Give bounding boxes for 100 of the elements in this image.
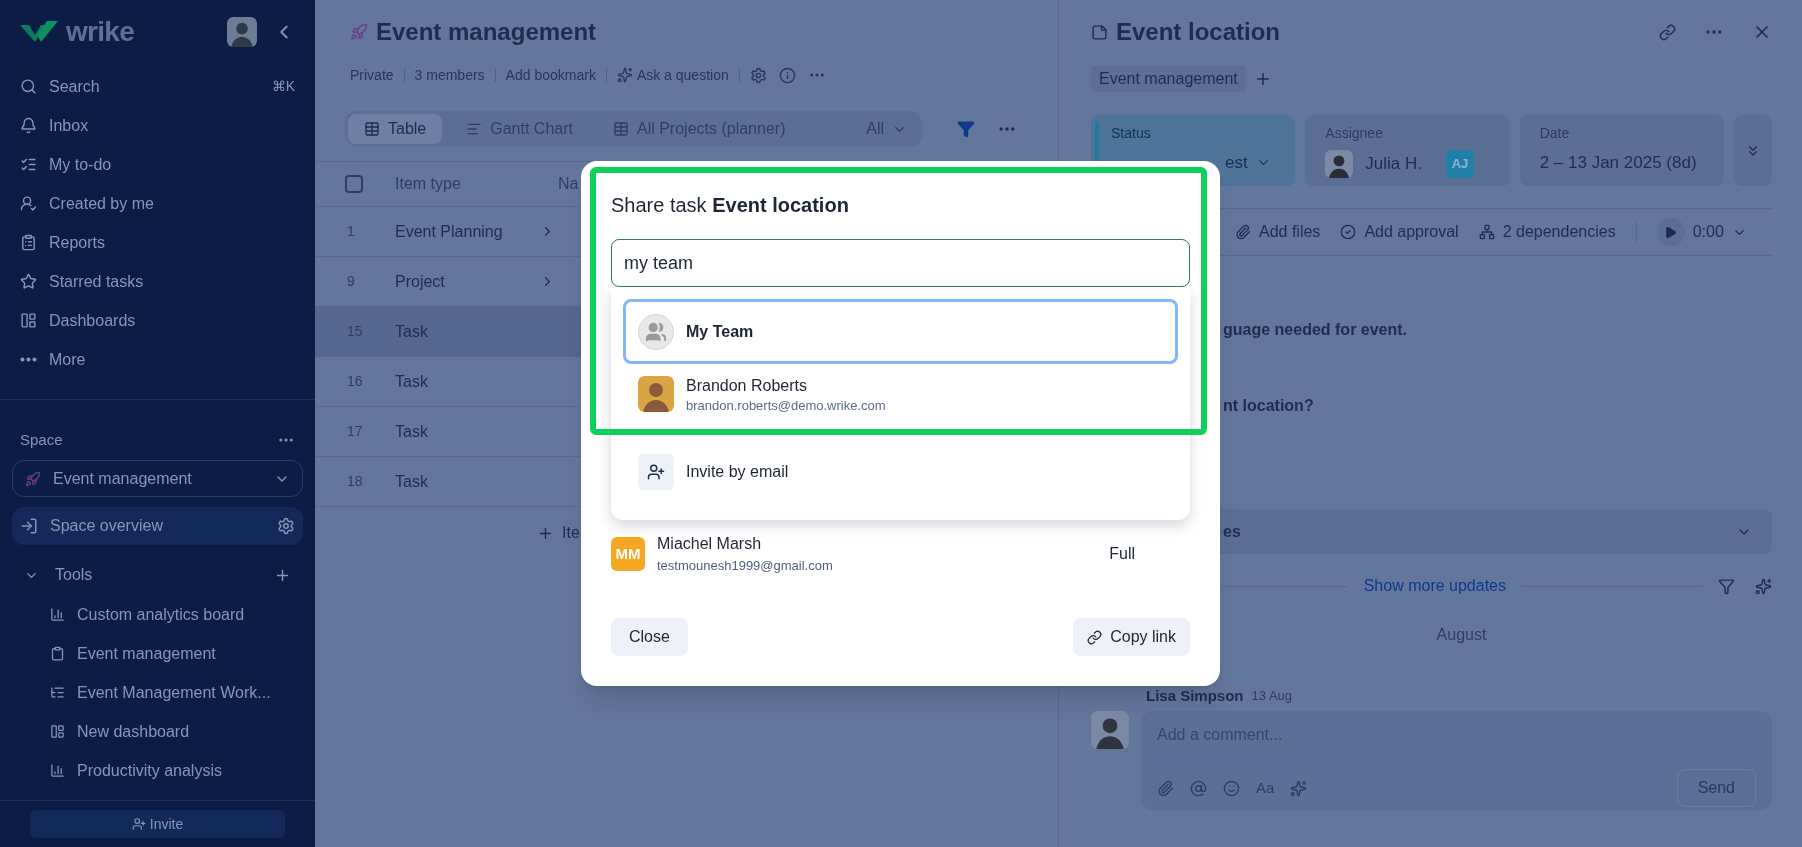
project-title: Event management [376, 17, 597, 47]
filter-icon[interactable] [957, 120, 975, 138]
link-icon [1087, 629, 1103, 645]
meta-link[interactable]: 3 members [414, 64, 485, 86]
shortcut-hint: ⌘K [271, 77, 295, 96]
row-number: 1 [346, 222, 356, 241]
person-avatar [638, 376, 674, 412]
meta-link[interactable]: Private [350, 64, 394, 86]
nav-item[interactable]: Reports [0, 223, 315, 262]
nav-item[interactable]: Inbox [0, 106, 315, 145]
action-button[interactable]: Add files [1235, 220, 1321, 244]
row-number: 18 [346, 472, 364, 491]
tool-icon [50, 724, 65, 739]
space-overview-item[interactable]: Space overview [12, 507, 303, 545]
action-icon [1340, 224, 1357, 240]
suggestion-name: My Team [686, 321, 754, 342]
view-tab[interactable]: Table [348, 114, 443, 144]
enter-icon [20, 517, 38, 535]
update-author: Lisa Simpson [1146, 685, 1244, 706]
suggestion-name: Brandon Roberts [686, 376, 808, 396]
settings-icon[interactable] [277, 517, 295, 535]
nav-item[interactable]: Starred tasks [0, 262, 315, 301]
nav-icon [20, 312, 37, 329]
nav-icon [20, 234, 37, 251]
task-title: Event location [1116, 17, 1281, 47]
nav-item[interactable]: My to-do [0, 145, 315, 184]
field-value: 2 – 13 Jan 2025 (8d) [1539, 152, 1697, 174]
invite-button[interactable]: Invite [30, 810, 285, 838]
suggestion-email: brandon.roberts@demo.wrike.com [686, 398, 886, 414]
tool-icon [50, 607, 65, 622]
project-tag[interactable]: Event management [1091, 66, 1246, 92]
nav-label: More [49, 349, 86, 370]
section-label: Tools [55, 565, 93, 585]
column-header: Na [558, 174, 579, 194]
nav-icon [20, 117, 37, 134]
suggestion-item[interactable]: Brandon Roberts brandon.roberts@demo.wrike.com [623, 368, 1178, 420]
month-label: August [1436, 625, 1487, 645]
tool-item[interactable]: Event Management Work... [0, 673, 315, 712]
select-all-checkbox[interactable] [345, 175, 363, 193]
field-value: Julia H. [1365, 153, 1422, 176]
tool-icon [50, 763, 65, 778]
copy-link-button[interactable]: Copy link [1073, 618, 1190, 656]
meta-link[interactable]: Ask a question [636, 64, 729, 86]
search-field[interactable]: my team [611, 239, 1190, 287]
action-button[interactable]: Add approval [1340, 220, 1459, 244]
nav-item[interactable]: Created by me [0, 184, 315, 223]
description-text: nt location? [1222, 396, 1315, 416]
note-icon [1091, 23, 1108, 41]
tool-item[interactable]: New dashboard [0, 712, 315, 751]
table-cell-text: Task [395, 421, 429, 442]
user-avatar [227, 17, 257, 47]
tool-item[interactable]: Productivity analysis [0, 751, 315, 790]
table-cell-text: Event Planning [395, 221, 504, 242]
view-icon [612, 121, 629, 137]
people-icon [645, 320, 667, 343]
nav-label: My to-do [49, 154, 112, 175]
play-button[interactable] [1656, 218, 1685, 246]
meta-link[interactable]: Add bookmark [505, 64, 596, 86]
sparkle-icon[interactable] [1290, 779, 1308, 797]
description-text: guage needed for event. [1222, 320, 1409, 340]
rocket-icon [25, 470, 41, 487]
rocket-icon [350, 23, 368, 41]
link-icon[interactable] [1659, 23, 1676, 41]
filter-icon[interactable] [1718, 577, 1735, 595]
suggestion-item[interactable]: My Team [623, 299, 1178, 364]
action-button[interactable]: 2 dependencies [1478, 220, 1616, 244]
nav-item[interactable]: Dashboards [0, 301, 315, 340]
tool-item[interactable]: Event management [0, 634, 315, 673]
suggestion-name: Invite by email [686, 462, 789, 482]
table-cell-text: Task [395, 471, 429, 492]
column-header: Item type [395, 174, 462, 194]
action-icon [1235, 224, 1251, 240]
play-icon [1664, 225, 1678, 239]
info-icon[interactable] [778, 66, 796, 84]
nav-icon [20, 195, 37, 212]
add-user-icon [131, 817, 146, 831]
nav-label: Space overview [50, 516, 163, 536]
settings-icon[interactable] [749, 66, 767, 84]
suggestion-item[interactable]: Invite by email [623, 446, 1178, 498]
nav-item[interactable]: More [0, 340, 315, 379]
space-selector[interactable]: Event management [12, 460, 303, 497]
nav-item[interactable]: Search ⌘K [0, 67, 315, 106]
expand-fields-button[interactable] [1734, 115, 1772, 186]
emoji-icon[interactable] [1223, 779, 1240, 797]
action-icon [1478, 224, 1495, 240]
view-icon [466, 121, 483, 137]
add-user-icon [647, 463, 665, 481]
dialog-title: Share task Event location [611, 193, 850, 218]
member-name: Miachel Marsh [657, 534, 763, 555]
tool-icon [50, 685, 65, 700]
close-button[interactable]: Close [611, 618, 688, 656]
table-cell-text: Task [395, 321, 429, 342]
tool-item[interactable]: Custom analytics board [0, 595, 315, 634]
logo-icon [20, 21, 58, 43]
attach-icon[interactable] [1157, 779, 1174, 797]
mention-icon[interactable] [1190, 779, 1207, 797]
nav-icon [20, 78, 37, 95]
sparkle-icon[interactable] [1755, 577, 1772, 595]
add-item-link[interactable]: Ite [562, 521, 580, 545]
view-icon [364, 121, 380, 137]
